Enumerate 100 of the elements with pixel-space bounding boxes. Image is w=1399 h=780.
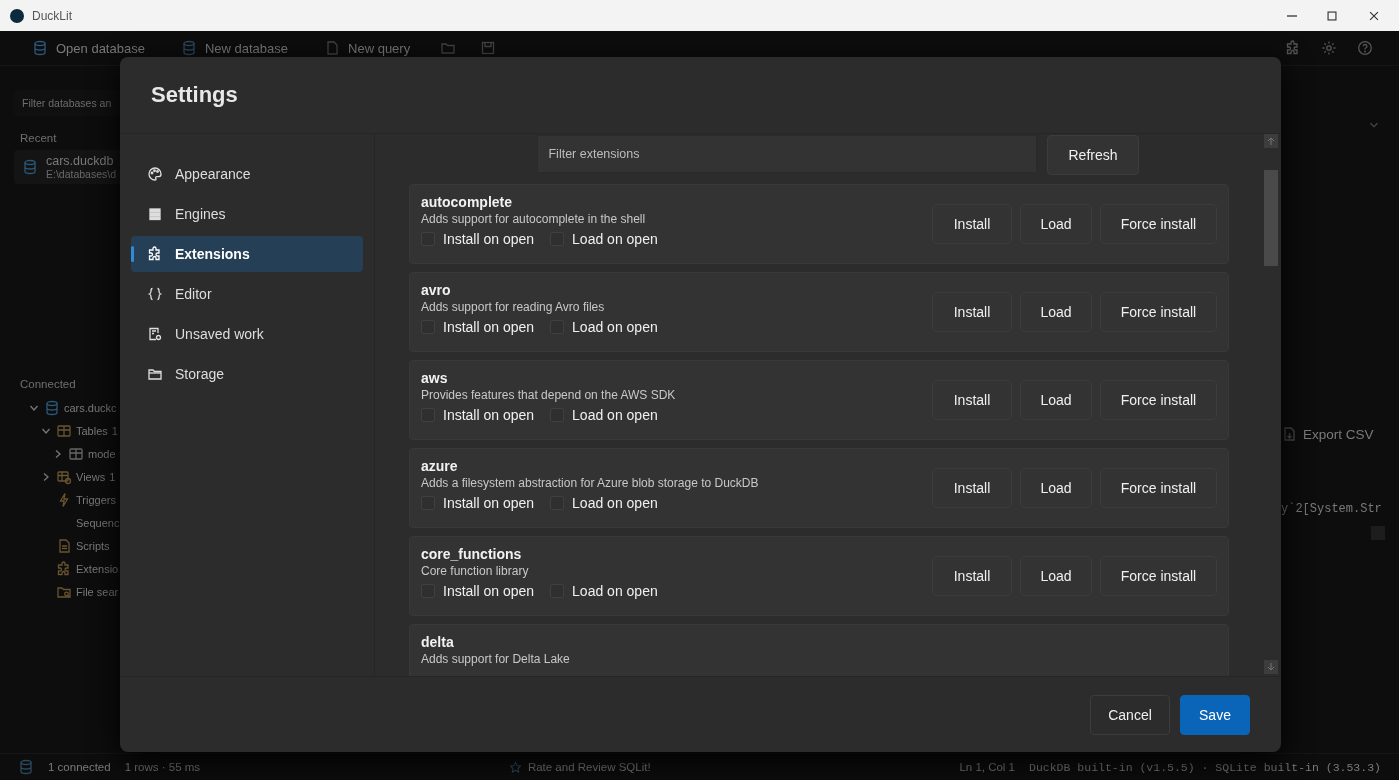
chevron-icon[interactable] [42,426,50,435]
braces-icon [147,286,163,302]
install-button[interactable]: Install [932,556,1012,596]
load-button[interactable]: Load [1020,292,1092,332]
extension-description: Adds support for autocomplete in the shell [421,212,647,226]
nav-item[interactable]: Editor [131,276,363,312]
count: 1 [111,424,118,437]
install-button[interactable]: Install [932,380,1012,420]
database-icon [18,759,34,775]
checkbox[interactable]: Load on open [550,231,658,247]
puzzle-icon [56,560,72,577]
database-icon [180,40,197,56]
nav-item[interactable]: Engines [131,196,363,232]
force-install-button[interactable]: Force install [1100,468,1217,508]
table-cell-text: y`2[System.Str [1281,502,1383,516]
filter-field[interactable]: Filter extensions [537,135,1038,173]
export-button[interactable]: Export CSV [1303,426,1374,442]
extension-description: Adds a filesystem abstraction for Azure blob storage to DuckDB [421,476,760,490]
cancel-button[interactable]: Cancel [1090,694,1170,735]
install-button[interactable]: Install [932,204,1012,244]
database-icon [22,159,38,175]
tree-item[interactable]: Tables [76,424,108,437]
scroll-down-icon[interactable] [1264,660,1278,674]
tree-item[interactable]: cars.duckc [64,401,117,414]
load-button[interactable]: Load [1020,204,1092,244]
checkbox[interactable]: Load on open [550,407,658,423]
checkbox[interactable]: Install on open [421,407,535,423]
nav-item[interactable]: Unsaved work [131,316,363,352]
extension-name: avro [421,282,452,298]
app-logo [10,8,24,23]
toolbar-button[interactable]: New query [318,39,417,57]
puzzle-icon [1285,40,1301,56]
scrollbar-thumb[interactable] [1264,170,1278,266]
toolbar-button[interactable]: Open database [26,39,151,57]
chevron-icon[interactable] [42,472,50,481]
maximize-icon [1325,8,1339,23]
folder-icon [440,40,457,56]
extension-name: delta [421,634,455,650]
status-text: 1 rows · 55 ms [124,761,201,773]
scroll-up-icon[interactable] [1264,134,1278,148]
checkbox[interactable]: Load on open [550,495,658,511]
install-button[interactable]: Install [932,468,1012,508]
tree-item[interactable]: Views [76,470,106,483]
checkbox[interactable]: Load on open [550,583,658,599]
database-icon [32,40,48,56]
checkbox[interactable]: Install on open [421,583,535,599]
star-icon [508,760,522,774]
engine-versions: DuckDB built-in (v1.5.5) · SQLite built-in (3.53.3) [1029,760,1381,774]
extension-description: Provides features that depend on the AWS SDK [421,388,677,402]
load-button[interactable]: Load [1020,380,1092,420]
section-label: Connected [20,378,77,390]
cursor-position: Ln 1, Col 1 [959,761,1015,773]
nav-item[interactable]: Storage [131,356,363,392]
tree-item[interactable]: mode [88,447,116,460]
load-button[interactable]: Load [1020,468,1092,508]
palette-icon [147,166,163,182]
force-install-button[interactable]: Force install [1100,292,1217,332]
save-button[interactable]: Save [1180,694,1250,735]
load-button[interactable]: Load [1020,556,1092,596]
force-install-button[interactable]: Force install [1100,204,1217,244]
table-icon [56,422,72,439]
view-icon [56,468,72,485]
script-icon [56,537,72,554]
extension-name: autocomplete [421,194,513,210]
folder-icon [147,366,163,382]
window-title: DuckLit [32,8,72,23]
minimize-icon[interactable] [1287,14,1297,17]
checkbox[interactable]: Install on open [421,495,535,511]
chevron-icon[interactable] [54,449,62,458]
database-icon [44,399,60,416]
force-install-button[interactable]: Force install [1100,556,1217,596]
checkbox[interactable]: Install on open [421,319,535,335]
tree-item[interactable]: File sear [76,585,119,598]
checkbox[interactable]: Load on open [550,319,658,335]
extension-name: aws [421,370,449,386]
install-button[interactable]: Install [932,292,1012,332]
chevron-icon[interactable] [30,403,38,412]
extension-name: azure [421,458,459,474]
tree-item[interactable]: Scripts [76,539,110,552]
document-gear-icon [147,326,163,342]
tree-item[interactable]: Extensio [76,562,119,575]
tree-item[interactable]: Triggers [76,493,116,506]
toolbar-button[interactable]: New database [174,39,295,57]
stack-icon [147,206,163,222]
refresh-button[interactable]: Refresh [1047,135,1139,175]
table-icon [68,445,84,462]
extension-description: Adds support for Delta Lake [421,652,571,666]
lightning-icon [56,491,72,508]
status-text: 1 connected [48,761,111,773]
export-icon [1281,426,1297,442]
help-icon [1357,40,1373,56]
nav-item[interactable]: Extensions [131,236,363,272]
extension-name: core_functions [421,546,523,562]
extension-description: Adds support for reading Avro files [421,300,606,314]
count: 1 [109,470,116,483]
extension-description: Core function library [421,564,530,578]
checkbox[interactable]: Install on open [421,231,535,247]
force-install-button[interactable]: Force install [1100,380,1217,420]
tree-item[interactable]: Sequenc [76,516,120,529]
save-icon [480,40,497,56]
